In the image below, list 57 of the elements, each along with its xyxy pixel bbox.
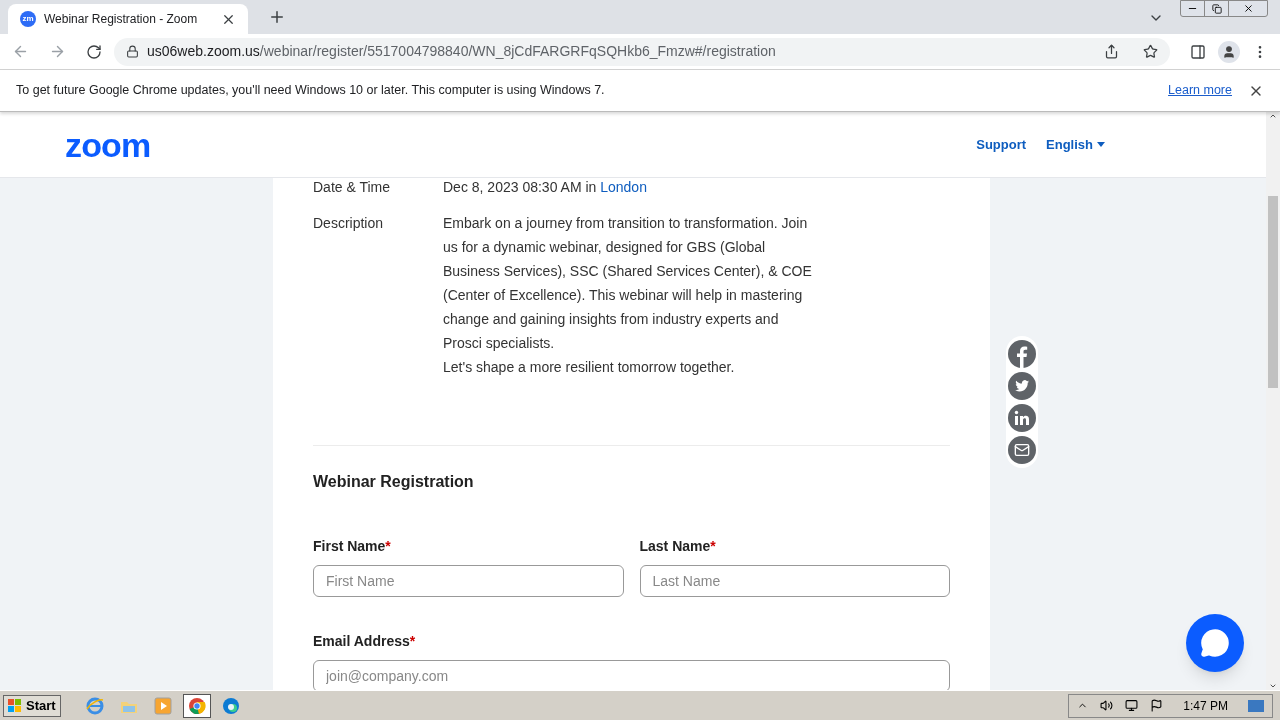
new-tab-icon[interactable] <box>268 8 286 26</box>
tab-title: Webinar Registration - Zoom <box>44 11 199 28</box>
browser-e-icon <box>85 696 104 715</box>
field-label: First Name* <box>313 537 392 556</box>
bookmark-star-icon[interactable] <box>1143 44 1158 59</box>
required-mark: * <box>710 538 716 554</box>
input-field[interactable]: First Name <box>313 565 624 597</box>
learn-more-link[interactable]: Learn more <box>1168 81 1232 100</box>
chrome-icon <box>187 696 206 715</box>
timezone-link[interactable]: London <box>600 179 647 195</box>
description-text: Embark on a journey from transition to transformation. Join us for a dynamic webinar, designed for GBS (Global Business Services), SSC (Shared Services Center), & COE (Center of Excellence). This webinar will help in mastering change and gaining insights from industry experts and Prosci specialists. <box>443 214 813 353</box>
required-mark: * <box>409 633 416 649</box>
scroll-up-icon[interactable] <box>1269 112 1277 120</box>
detail-label: Date & Time <box>313 179 392 197</box>
network-icon[interactable] <box>1125 699 1139 712</box>
zoom-logo[interactable]: zoom <box>65 127 151 162</box>
url-text: us06web.zoom.us/webinar/register/5517004798840/WN_8jCdFARGRFqSQHkb6_Fmzw#/registration <box>147 42 777 61</box>
side-panel-icon[interactable] <box>1190 43 1206 60</box>
support-link[interactable]: Support <box>976 134 1027 155</box>
reload-icon[interactable] <box>86 43 102 60</box>
scroll-down-icon[interactable] <box>1269 682 1277 690</box>
email-icon[interactable] <box>1008 436 1036 464</box>
restore-icon <box>1211 3 1222 14</box>
close-icon <box>1242 3 1254 14</box>
start-button[interactable]: Start <box>3 694 61 717</box>
section-title: Webinar Registration <box>313 472 475 492</box>
windows-logo-icon <box>8 698 22 713</box>
taskbar-app[interactable] <box>182 693 211 718</box>
clock: 1:47 PM <box>1183 697 1228 715</box>
input-field[interactable]: Last Name <box>639 565 950 597</box>
share-icon[interactable] <box>1104 44 1119 59</box>
browser-tab[interactable]: zm Webinar Registration - Zoom <box>8 4 248 34</box>
forward-icon[interactable] <box>49 43 66 60</box>
show-desktop-icon[interactable] <box>1248 699 1264 712</box>
profile-avatar[interactable] <box>1218 40 1240 63</box>
field-label: Email Address* <box>313 632 417 651</box>
scrollbar-thumb[interactable] <box>1268 196 1278 388</box>
detail-label: Description <box>313 215 385 233</box>
twitter-icon[interactable] <box>1008 372 1036 400</box>
flag-icon[interactable] <box>1150 699 1164 712</box>
linkedin-icon[interactable] <box>1008 404 1036 432</box>
caret-icon <box>1097 142 1105 147</box>
address-bar[interactable]: us06web.zoom.us/webinar/register/5517004798840/WN_8jCdFARGRFqSQHkb6_Fmzw#/registration <box>114 37 1170 66</box>
chat-icon <box>1200 628 1230 658</box>
required-mark: * <box>385 538 391 554</box>
edge-icon <box>221 696 240 715</box>
volume-icon[interactable] <box>1100 699 1114 712</box>
lock-icon <box>126 45 139 58</box>
facebook-icon[interactable] <box>1008 340 1036 368</box>
language-dropdown[interactable]: English <box>1046 134 1105 155</box>
favicon: zm <box>20 11 36 27</box>
back-icon[interactable] <box>12 43 29 60</box>
description-text: Let's shape a more resilient tomorrow together. <box>443 358 736 377</box>
field-label: Last Name* <box>639 537 717 556</box>
play-icon <box>153 696 172 715</box>
detail-value: Dec 8, 2023 08:30 AM in <box>443 179 597 195</box>
update-message: To get future Google Chrome updates, you'll need Windows 10 or later. This computer is using Windows 7. <box>16 82 606 100</box>
